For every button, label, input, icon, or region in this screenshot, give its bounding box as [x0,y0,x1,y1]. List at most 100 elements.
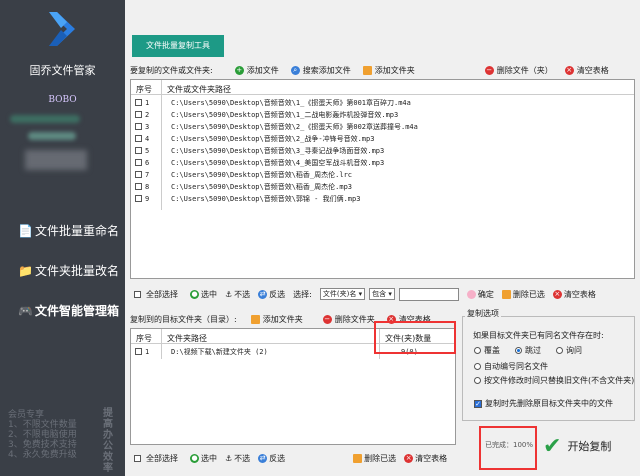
row-checkbox[interactable] [135,135,142,142]
radio[interactable] [556,347,563,354]
table-row[interactable]: 5 C:\Users\5090\Desktop\音频音效\3_寻秦记战争场面音效.… [135,146,384,155]
skip-radio[interactable]: 跳过 [515,345,541,356]
clear-table-button[interactable]: × 清空表格 [552,289,596,300]
delete-selected-label: 删除已选 [512,289,545,299]
bottom-bar: 全部选择 ● 选中 ⚓ 不选 ⇄ 反选 删除已选 × 清空表格 [134,451,455,465]
add-folder-label: 添加文件夹 [374,65,415,75]
row-num: 6 [145,158,150,167]
unselect-button[interactable]: ⚓ 不选 [225,289,250,300]
member-line: 3、免费技术支持 [8,440,77,450]
sidebar-item-label: 文件批量重命名 [34,224,119,238]
row-checkbox[interactable] [135,171,142,178]
delete-icon [501,289,511,299]
unselect-button[interactable]: ⚓ 不选 [225,453,250,464]
target-label: 复制到的目标文件夹（目录）: [130,314,237,324]
row-checkbox[interactable] [135,195,142,202]
row-checkbox[interactable] [135,99,142,106]
table-row[interactable]: 7 C:\Users\5090\Desktop\音频音效\稻香_周杰伦.lrc [135,170,352,179]
invert-button[interactable]: ⇄ 反选 [258,289,285,300]
select-all-checkbox[interactable]: 全部选择 [134,453,178,464]
sidebar-item-label: 文件智能管理箱 [34,304,119,318]
row-checkbox[interactable] [135,159,142,166]
slogan-vertical: 提高办公效率 [103,408,113,474]
delete-selected-button[interactable]: 删除已选 [353,453,396,464]
add-target-folder-button[interactable]: 添加文件夹 [250,314,303,325]
invert-icon: ⇄ [258,289,268,299]
search-add-label: 搜索添加文件 [302,65,351,75]
radio[interactable] [474,363,481,370]
overwrite-label: 覆盖 [484,346,500,355]
table-row[interactable]: 3 C:\Users\5090\Desktop\音频音效\2_《掼蛋天师》第002… [135,122,418,131]
row-num: 5 [145,146,150,155]
field-select[interactable]: 文件(夹)名 ▾ [319,288,366,300]
select-all-label: 全部选择 [146,289,178,299]
table-row[interactable]: 2 C:\Users\5090\Desktop\音频音效\1_二战电影轰炸机投弹音… [135,110,398,119]
row-checkbox[interactable] [135,348,142,355]
match-select[interactable]: 包含 ▾ [369,288,395,300]
table-row[interactable]: 1 C:\Users\5090\Desktop\音频音效\1_《掼蛋天师》第001… [135,98,411,107]
sidebar-item-label: 文件夹批量改名 [34,264,119,278]
folder-icon: 📁 [18,263,33,278]
table-row[interactable]: 6 C:\Users\5090\Desktop\音频音效\4_美国空军战斗机音效.… [135,158,384,167]
select-button[interactable]: ● 选中 [190,289,217,300]
confirm-button[interactable]: 确定 [466,289,494,300]
tab-file-copy[interactable]: 文件批量复制工具 [132,35,224,57]
checkbox[interactable] [134,454,141,462]
field-option: 文件(夹)名 [322,290,357,298]
clear-before-checkbox[interactable]: ✓ 复制时先删除原目标文件夹中的文件 [474,398,613,409]
clear-table-button[interactable]: × 清空表格 [404,453,447,464]
skip-label: 跳过 [525,346,541,355]
delete-file-button[interactable]: − 删除文件（夹） [484,65,553,76]
sidebar-item-file-rename[interactable]: 📄 文件批量重命名 [18,222,119,239]
start-copy-button[interactable]: ✔ 开始复制 [543,428,635,464]
search-add-button[interactable]: ⌕ 搜索添加文件 [290,65,351,76]
main-area: 文件批量复制工具 要复制的文件或文件夹: + 添加文件 ⌕ 搜索添加文件 添加文… [125,0,640,476]
radio-selected[interactable] [515,347,522,354]
search-icon: ⌕ [290,65,300,75]
row-checkbox[interactable] [135,123,142,130]
delete-selected-button[interactable]: 删除已选 [501,289,545,300]
source-label: 要复制的文件或文件夹: [130,65,213,75]
anchor-icon: ⚓ [225,289,233,299]
clear-before-label: 复制时先删除原目标文件夹中的文件 [485,399,613,408]
radio[interactable] [474,347,481,354]
auto-number-radio[interactable]: 自动编号同名文件 [474,361,548,372]
add-file-button[interactable]: + 添加文件 [234,65,279,76]
filter-input[interactable] [398,287,459,301]
delete-folder-button[interactable]: − 删除文件夹 [322,314,375,325]
start-copy-label: 开始复制 [567,440,612,453]
overwrite-radio[interactable]: 覆盖 [474,345,500,356]
select-all-checkbox[interactable]: 全部选择 [134,289,178,300]
radio[interactable] [474,377,481,384]
table-row[interactable]: 9 C:\Users\5090\Desktop\音频音效\郭锦 - 我们俩.mp3 [135,194,360,203]
select-button[interactable]: ● 选中 [190,453,217,464]
row-checkbox[interactable] [135,183,142,190]
add-folder-button[interactable]: 添加文件夹 [362,65,415,76]
blurred-info [28,132,76,140]
ask-radio[interactable]: 询问 [556,345,582,356]
progress-label: 已完成：100% [485,441,534,449]
by-modified-radio[interactable]: 按文件修改时间只替换旧文件(不含文件夹) [474,375,634,386]
table-row[interactable]: 4 C:\Users\5090\Desktop\音频音效\2_战争-冲锋号音效.m… [135,134,374,143]
table-row[interactable]: 8 C:\Users\5090\Desktop\音频音效\稻香_周杰伦.mp3 [135,182,352,191]
sidebar-item-file-manager[interactable]: 🎮 文件智能管理箱 [18,302,119,319]
document-icon: 📄 [18,223,33,238]
confirm-label: 确定 [477,289,494,299]
invert-button[interactable]: ⇄ 反选 [258,453,285,464]
invert-label: 反选 [269,289,286,299]
clear-table-button[interactable]: × 清空表格 [564,65,609,76]
app-logo-icon [49,12,75,46]
delete-label: 删除文件（夹） [496,65,553,75]
checkmark-icon: ✔ [543,433,562,459]
delete-selected-label: 删除已选 [364,453,397,463]
match-option: 包含 [372,290,387,298]
sidebar-item-folder-rename[interactable]: 📁 文件夹批量改名 [18,262,119,279]
row-checkbox[interactable] [135,111,142,118]
add-file-label: 添加文件 [246,65,279,75]
source-toolbar: 要复制的文件或文件夹: + 添加文件 ⌕ 搜索添加文件 添加文件夹 − 删除文件… [130,63,621,77]
checkbox-checked[interactable]: ✓ [474,399,482,408]
row-num: 9 [145,194,150,203]
row-checkbox[interactable] [135,147,142,154]
row-path: C:\Users\5090\Desktop\音频音效\1_二战电影轰炸机投弹音效… [171,110,399,119]
checkbox[interactable] [134,290,141,298]
